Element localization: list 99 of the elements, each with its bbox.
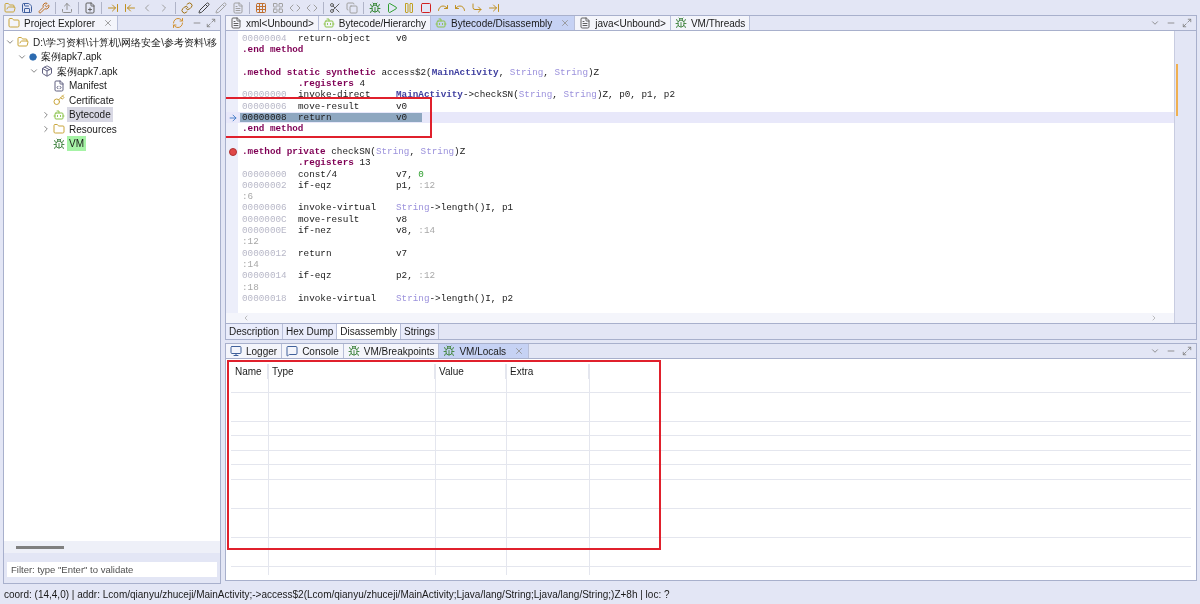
code-line: 00000018 invoke-virtual String->length()I, p2: [241, 293, 514, 304]
tree-item[interactable]: Certificate: [67, 92, 116, 108]
column-header[interactable]: Type: [268, 364, 435, 379]
tab[interactable]: VM/Breakpoints: [343, 344, 440, 358]
code-line: 0000000C move-result v8: [241, 214, 408, 225]
tree-item[interactable]: Manifest: [67, 78, 109, 94]
code-line: 00000006 invoke-virtual String->length()I, p1: [241, 203, 514, 213]
file-icon[interactable]: [232, 1, 244, 14]
scrollbar-thumb[interactable]: [16, 545, 64, 549]
code-line: 00000006 move-result v0: [241, 101, 408, 112]
code-line: .end method: [241, 124, 304, 134]
tab[interactable]: Bytecode/Hierarchy: [318, 16, 432, 30]
folder-icon: [53, 123, 65, 136]
folder-icon: [8, 17, 20, 29]
bug-icon[interactable]: [369, 1, 381, 14]
code-line: .registers 13: [297, 158, 371, 168]
play-icon[interactable]: [386, 1, 398, 14]
expand-toggle[interactable]: [41, 124, 51, 135]
close-icon[interactable]: [560, 18, 571, 28]
status-text: coord: (14,4,0) | addr: Lcom/qianyu/zhuceji/MainActivity;->access$2(Lcom/qianyu/zhuceji/MainActivity;Ljava/lang/String;Ljava/lang/String;)Z+8h | loc: ?: [3, 587, 671, 602]
android-icon: [53, 108, 65, 121]
cut-icon[interactable]: [329, 1, 341, 14]
sync-icon[interactable]: [172, 17, 184, 29]
view-menu-icon[interactable]: [1150, 18, 1160, 28]
tree-item[interactable]: Resources: [67, 121, 119, 137]
save-icon[interactable]: [21, 1, 33, 14]
code-line: .registers 4: [297, 79, 365, 89]
file-icon: [579, 17, 592, 29]
tab[interactable]: Hex Dump: [283, 324, 338, 339]
column-header[interactable]: Value: [435, 364, 506, 379]
ruler-marker: [1176, 64, 1178, 116]
code-line: .end method: [241, 45, 304, 55]
maximize-icon[interactable]: [1182, 18, 1192, 28]
view-menu-icon[interactable]: [1150, 346, 1160, 356]
arrow-icon: [228, 112, 238, 123]
pause-icon[interactable]: [403, 1, 415, 14]
tab[interactable]: Bytecode/Disassembly: [431, 16, 576, 30]
code-line: .method static synthetic access$2(MainActivity, String, String)Z: [241, 67, 600, 78]
scroll-left-icon[interactable]: [242, 314, 250, 322]
close-icon[interactable]: [103, 18, 114, 28]
code-line: 00000014 if-eqz p2, :12: [241, 271, 436, 281]
stop-icon[interactable]: [420, 1, 432, 14]
link-icon[interactable]: [181, 1, 193, 14]
code-line: 00000000 invoke-direct MainActivity->checkSN(String, String)Z, p0, p1, p2: [241, 90, 675, 100]
expand-toggle[interactable]: [41, 109, 51, 120]
android-icon: [435, 17, 448, 29]
tab[interactable]: Disassembly: [337, 324, 401, 339]
column-header[interactable]: Extra: [506, 364, 589, 379]
bug-icon: [53, 137, 65, 150]
bug-icon: [443, 345, 456, 357]
filter-field[interactable]: Filter: type "Enter" to validate: [7, 562, 217, 577]
new-file-icon[interactable]: [84, 1, 96, 14]
maximize-icon[interactable]: [1182, 346, 1192, 356]
pencil-icon[interactable]: [198, 1, 210, 14]
code-line: :6: [241, 192, 254, 202]
tab[interactable]: Project Explorer: [4, 16, 119, 30]
scroll-right-icon[interactable]: [1150, 314, 1158, 322]
copy-icon[interactable]: [346, 1, 358, 14]
wrench-icon[interactable]: [38, 1, 50, 14]
close-icon[interactable]: [514, 346, 525, 356]
code-line: .method private checkSN(String, String)Z: [241, 146, 466, 157]
tree-item[interactable]: D:\学习资料\计算机\网络安全\参考资料\移: [31, 34, 219, 50]
android-icon: [322, 17, 335, 29]
tree-item[interactable]: 案例apk7.apk: [55, 63, 120, 79]
monitor-icon: [230, 345, 242, 357]
folder-icon: [17, 36, 29, 49]
folder-icon[interactable]: [4, 1, 16, 14]
bug-icon: [347, 345, 360, 357]
tree-item[interactable]: VM: [67, 136, 86, 152]
code-line: :14: [241, 259, 259, 270]
code-line: 00000004 return-object v0: [241, 34, 408, 44]
bug-icon: [674, 17, 687, 29]
column-header[interactable]: Name: [231, 364, 268, 379]
file-icon: [230, 17, 242, 29]
tab[interactable]: xml<Unbound>: [226, 16, 319, 30]
code-line: :18: [241, 282, 259, 292]
tab[interactable]: Logger: [226, 344, 283, 358]
tab[interactable]: Strings: [400, 324, 440, 339]
code-line: 0000000E if-nez v8, :14: [241, 226, 436, 236]
code-line: 00000012 return v7: [241, 248, 408, 258]
file-icon: [53, 79, 65, 92]
tab[interactable]: VM/Locals: [439, 344, 530, 358]
upload-icon[interactable]: [61, 1, 73, 14]
tab[interactable]: VM/Threads: [670, 16, 751, 30]
tree-item[interactable]: Bytecode: [67, 107, 113, 123]
tab[interactable]: java<Unbound>: [575, 16, 671, 30]
code-line: :12: [241, 237, 259, 247]
layout-icon[interactable]: [272, 1, 284, 14]
code-line: 00000000 const/4 v7, 0: [241, 169, 424, 179]
key-icon: [53, 94, 65, 107]
package-icon: [41, 65, 53, 78]
maximize-icon[interactable]: [206, 18, 216, 28]
code-line: 00000002 if-eqz p1, :12: [241, 180, 436, 191]
tab[interactable]: Description: [226, 324, 284, 339]
dot-icon: [29, 52, 37, 61]
speech-bubble-icon: [286, 345, 299, 357]
grid-icon[interactable]: [255, 1, 267, 14]
tree-item[interactable]: 案例apk7.apk: [39, 49, 104, 65]
tab[interactable]: Console: [282, 344, 344, 358]
